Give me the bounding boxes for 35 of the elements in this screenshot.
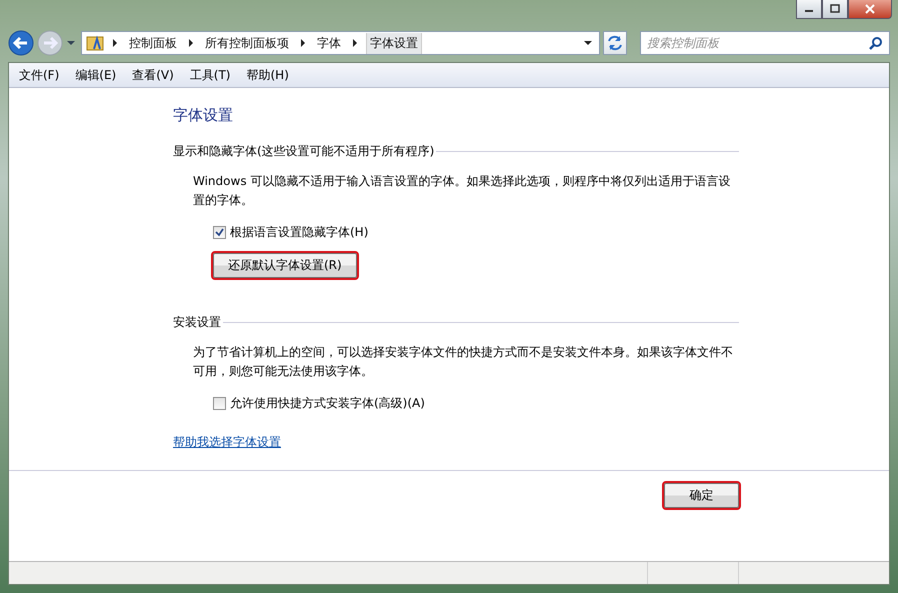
checkbox-label: 允许使用快捷方式安装字体(高级)(A) <box>230 395 425 412</box>
menu-item[interactable]: 帮助(H) <box>238 66 297 84</box>
page-title: 字体设置 <box>173 106 233 125</box>
checkbox[interactable] <box>213 226 226 239</box>
ok-button[interactable]: 确定 <box>664 483 739 508</box>
breadcrumb[interactable]: 字体 <box>314 32 344 54</box>
back-icon[interactable] <box>8 30 34 56</box>
checkbox[interactable] <box>213 397 226 410</box>
breadcrumb[interactable]: 字体设置 <box>366 32 422 54</box>
search-field[interactable]: 搜索控制面板 <box>640 31 890 55</box>
help-link[interactable]: 帮助我选择字体设置 <box>173 434 281 451</box>
minimize-icon[interactable] <box>796 0 822 19</box>
section-heading: 安装设置 <box>173 314 221 331</box>
refresh-icon[interactable] <box>603 31 627 55</box>
description-text: Windows 可以隐藏不适用于输入语言设置的字体。如果选择此选项，则程序中将仅列出适用于语言设置的字体。 <box>193 173 732 209</box>
chevron-icon <box>186 38 196 48</box>
section-heading: 显示和隐藏字体(这些设置可能不适用于所有程序) <box>173 143 434 160</box>
chevron-icon <box>350 38 360 48</box>
dropdown-icon[interactable] <box>583 39 593 47</box>
chevron-icon <box>298 38 308 48</box>
chevron-icon <box>110 38 120 48</box>
description-text: 为了节省计算机上的空间，可以选择安装字体文件的快捷方式而不是安装文件本身。如果该字体文件不可用，则您可能无法使用该字体。 <box>193 344 734 380</box>
menu-item[interactable]: 文件(F) <box>11 66 68 84</box>
search-icon[interactable] <box>869 36 883 50</box>
menu-item[interactable]: 查看(V) <box>124 66 182 84</box>
breadcrumb[interactable]: 所有控制面板项 <box>202 32 292 54</box>
breadcrumb[interactable]: 控制面板 <box>126 32 180 54</box>
folder-icon <box>86 34 104 52</box>
close-icon[interactable] <box>848 0 892 19</box>
menu-item[interactable]: 工具(T) <box>182 66 238 84</box>
checkbox-label: 根据语言设置隐藏字体(H) <box>230 224 368 241</box>
restore-defaults-button[interactable]: 还原默认字体设置(R) <box>213 253 357 278</box>
maximize-icon[interactable] <box>822 0 848 19</box>
menu-item[interactable]: 编辑(E) <box>67 66 124 84</box>
address-bar[interactable]: 控制面板 所有控制面板项 字体 字体设置 <box>81 31 600 55</box>
